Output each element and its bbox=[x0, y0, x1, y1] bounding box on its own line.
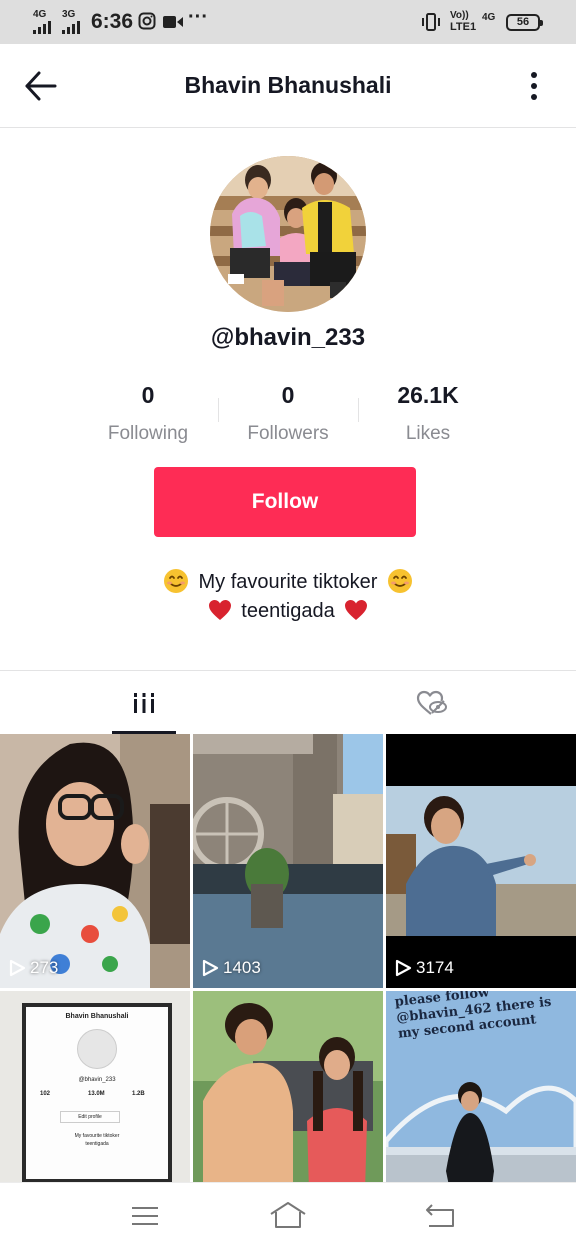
bio-text-2: teentigada bbox=[241, 600, 335, 622]
likes-count: 26.1K bbox=[397, 382, 459, 408]
video-thumbnail-image bbox=[193, 734, 383, 988]
bio-text-1: My favourite tiktoker bbox=[198, 571, 378, 593]
following-label: Following bbox=[107, 423, 189, 444]
back-nav-button[interactable] bbox=[420, 1201, 460, 1231]
view-count-label: 1403 bbox=[223, 958, 261, 977]
status-bar: 4G 3G 6:36 ··· Vo)) LTE1 4G 56 bbox=[0, 0, 576, 44]
profile-header: Bhavin Bhanushali bbox=[0, 44, 576, 128]
home-icon bbox=[270, 1202, 306, 1228]
view-count: 273 bbox=[8, 958, 58, 978]
follow-button[interactable]: Follow bbox=[154, 467, 416, 537]
thumb-stat: 13.0M bbox=[88, 1091, 105, 1097]
followers-count: 0 bbox=[281, 382, 295, 408]
menu-button[interactable] bbox=[125, 1201, 165, 1231]
system-navigation-bar bbox=[0, 1182, 576, 1248]
vibrate-icon bbox=[422, 13, 440, 31]
play-icon bbox=[395, 959, 412, 977]
stat-followers[interactable]: 0 Followers bbox=[218, 382, 358, 445]
smiling-face-icon bbox=[163, 569, 188, 593]
thumb-bio: teentigada bbox=[85, 1141, 109, 1147]
followers-label: Followers bbox=[247, 423, 329, 444]
more-options-button[interactable] bbox=[522, 68, 546, 104]
home-button[interactable] bbox=[268, 1201, 308, 1231]
status-more-dots: ··· bbox=[188, 6, 208, 28]
thumb-bio: My favourite tiktoker bbox=[74, 1133, 120, 1139]
signal-1-icon bbox=[33, 21, 51, 34]
return-icon bbox=[426, 1204, 454, 1227]
avatar-photo bbox=[210, 156, 366, 312]
thumbnail-profile-screenshot: Bhavin Bhanushali @bhavin_233 102 13.0M … bbox=[22, 1003, 172, 1183]
network-1-label: 4G bbox=[33, 9, 47, 20]
liked-hidden-icon bbox=[416, 690, 447, 715]
videos-grid-icon bbox=[134, 693, 154, 713]
likes-label: Likes bbox=[405, 423, 451, 444]
content-tabs bbox=[0, 670, 576, 734]
video-thumbnail-image bbox=[0, 734, 190, 988]
thumb-handle: @bhavin_233 bbox=[78, 1077, 116, 1083]
network-2-label: 3G bbox=[62, 9, 76, 20]
battery-icon: 56 bbox=[506, 14, 543, 31]
username: @bhavin_233 bbox=[210, 324, 366, 351]
video-thumbnail[interactable]: 3174 bbox=[386, 734, 576, 988]
following-count: 0 bbox=[141, 382, 155, 408]
bio-line-2: teentigada bbox=[0, 599, 576, 623]
bio-line-1: My favourite tiktoker bbox=[0, 568, 576, 594]
video-thumbnail-image bbox=[386, 734, 576, 988]
volte-label-top: Vo)) bbox=[450, 10, 469, 21]
signal-2-icon bbox=[62, 21, 80, 34]
status-time: 6:36 bbox=[91, 10, 134, 33]
more-dots-icon bbox=[531, 72, 537, 78]
play-icon bbox=[9, 959, 26, 977]
view-count: 3174 bbox=[394, 958, 454, 978]
volte-label-bottom: LTE1 bbox=[450, 21, 477, 33]
instagram-icon bbox=[138, 12, 156, 30]
tab-videos[interactable] bbox=[0, 671, 288, 735]
video-thumbnail[interactable]: 273 bbox=[0, 734, 190, 988]
video-grid: 273 1403 3174 Bhavin Bhanushali @bhavin_… bbox=[0, 734, 576, 1245]
thumb-avatar bbox=[77, 1029, 117, 1069]
thumb-stat: 102 bbox=[40, 1091, 51, 1097]
view-count-label: 273 bbox=[30, 958, 59, 977]
video-thumbnail[interactable]: 1403 bbox=[193, 734, 383, 988]
thumb-button: Edit profile bbox=[60, 1111, 120, 1123]
red-heart-icon bbox=[208, 600, 231, 620]
page-title: Bhavin Bhanushali bbox=[184, 72, 392, 98]
smiling-face-icon bbox=[388, 569, 413, 593]
thumb-stat: 1.2B bbox=[132, 1091, 145, 1097]
view-count-label: 3174 bbox=[416, 958, 454, 977]
stat-likes: 26.1K Likes bbox=[358, 382, 498, 445]
network-3-label: 4G bbox=[482, 12, 496, 23]
stat-following[interactable]: 0 Following bbox=[78, 382, 218, 445]
thumb-title: Bhavin Bhanushali bbox=[65, 1013, 129, 1020]
tab-liked[interactable] bbox=[288, 671, 576, 735]
view-count: 1403 bbox=[201, 958, 261, 978]
red-heart-icon bbox=[345, 600, 368, 620]
play-icon bbox=[202, 959, 219, 977]
video-camera-icon bbox=[163, 16, 183, 28]
menu-icon bbox=[132, 1207, 158, 1225]
avatar[interactable] bbox=[210, 156, 366, 312]
